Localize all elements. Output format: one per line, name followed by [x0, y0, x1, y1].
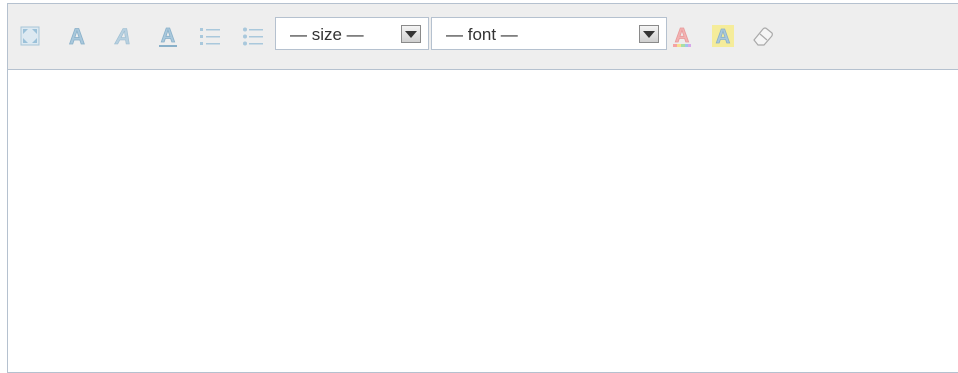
ordered-list-button[interactable]	[197, 23, 223, 49]
underline-icon: A	[159, 25, 177, 47]
svg-text:A: A	[69, 25, 85, 47]
bold-icon: A	[69, 25, 86, 47]
font-color-button[interactable]: A	[669, 23, 695, 49]
italic-button[interactable]: A	[110, 23, 136, 49]
rich-text-editor: A A A — size — — font — A A	[7, 3, 958, 373]
font-family-select-value: — font —	[446, 25, 518, 44]
fullscreen-icon	[20, 26, 40, 46]
font-size-select-value: — size —	[290, 25, 364, 44]
svg-text:A: A	[114, 25, 131, 47]
underline-button[interactable]: A	[155, 23, 181, 49]
eraser-icon	[753, 27, 773, 46]
bold-button[interactable]: A	[64, 23, 90, 49]
svg-text:A: A	[716, 26, 730, 48]
chevron-down-icon[interactable]	[639, 25, 659, 43]
remove-format-button[interactable]	[750, 23, 776, 49]
fullscreen-button[interactable]	[17, 23, 43, 49]
highlight-button[interactable]: A	[710, 23, 736, 49]
chevron-down-icon[interactable]	[401, 25, 421, 43]
font-color-icon: A	[673, 25, 691, 47]
highlight-icon: A	[712, 25, 734, 48]
editor-toolbar: A A A — size — — font — A A	[8, 4, 958, 70]
svg-text:A: A	[675, 25, 689, 47]
font-family-select[interactable]: — font —	[431, 17, 667, 50]
unordered-list-button[interactable]	[240, 23, 266, 49]
editor-content-area[interactable]	[8, 70, 958, 372]
svg-text:A: A	[161, 25, 175, 47]
ordered-list-icon	[200, 28, 220, 45]
font-size-select[interactable]: — size —	[275, 17, 429, 50]
italic-icon: A	[114, 25, 131, 47]
unordered-list-icon	[243, 27, 263, 46]
